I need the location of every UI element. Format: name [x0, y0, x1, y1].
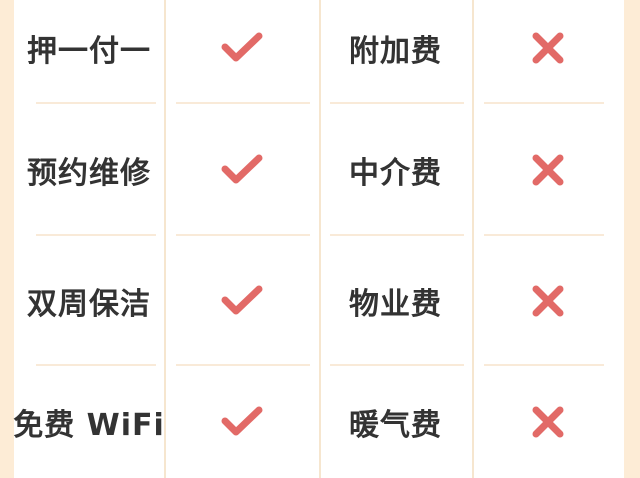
excluded-status-cell	[472, 106, 624, 234]
excluded-item-label: 附加费	[349, 34, 442, 69]
check-icon	[221, 154, 262, 184]
excluded-status-cell	[472, 0, 624, 96]
table-row: 双周保洁 物业费	[14, 236, 624, 366]
excluded-status-cell	[472, 236, 624, 366]
row-divider	[330, 102, 464, 104]
cross-icon	[532, 285, 564, 317]
row-divider	[484, 102, 604, 104]
included-status-cell	[164, 366, 319, 478]
check-icon	[221, 406, 262, 436]
included-item-cell: 双周保洁	[14, 236, 164, 366]
cross-icon	[532, 406, 564, 438]
excluded-item-label: 暖气费	[349, 408, 442, 443]
fee-comparison-table: 押一付一 附加费 预约维修 中介费 双周保洁 物业费 免费 WiFi 暖气费	[13, 0, 624, 478]
check-icon	[221, 32, 262, 62]
included-item-cell: 押一付一	[14, 0, 164, 96]
table-row: 预约维修 中介费	[14, 106, 624, 234]
cross-icon	[532, 32, 564, 64]
included-status-cell	[164, 236, 319, 366]
excluded-status-cell	[472, 366, 624, 478]
excluded-item-cell: 中介费	[319, 106, 472, 234]
included-item-cell: 免费 WiFi	[13, 366, 165, 478]
table-row: 押一付一 附加费	[14, 0, 624, 96]
excluded-item-cell: 暖气费	[319, 366, 472, 478]
row-divider	[176, 102, 310, 104]
excluded-item-cell: 物业费	[319, 236, 472, 366]
excluded-item-label: 中介费	[349, 156, 442, 191]
included-item-label: 押一付一	[27, 34, 151, 69]
excluded-item-cell: 附加费	[319, 0, 472, 96]
cross-icon	[532, 154, 564, 186]
check-icon	[221, 285, 262, 315]
included-item-label: 预约维修	[27, 156, 151, 191]
included-status-cell	[164, 106, 319, 234]
included-item-label: 免费 WiFi	[13, 408, 165, 443]
row-divider	[36, 102, 156, 104]
included-item-label: 双周保洁	[27, 287, 151, 322]
excluded-item-label: 物业费	[349, 287, 442, 322]
included-item-cell: 预约维修	[14, 106, 164, 234]
included-status-cell	[164, 0, 319, 96]
table-row: 免费 WiFi 暖气费	[13, 366, 624, 478]
